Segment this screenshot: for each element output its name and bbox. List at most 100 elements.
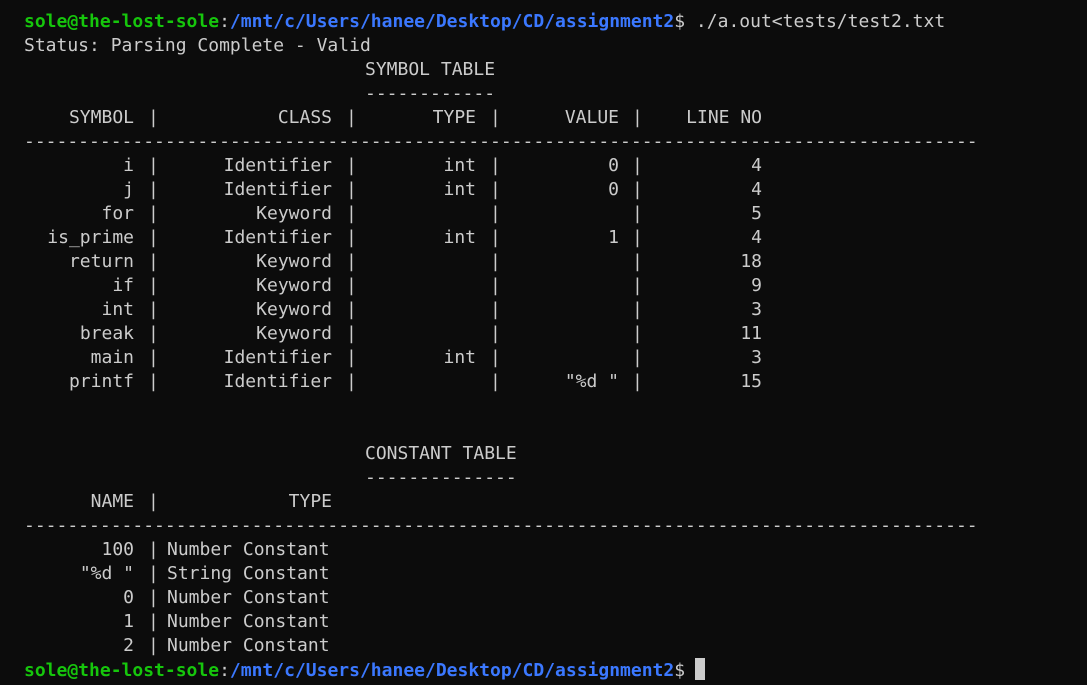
column-divider: | <box>490 179 501 200</box>
cell-class: Identifier <box>223 347 332 368</box>
cell-line-no: 18 <box>740 251 762 272</box>
cell-name: 100 <box>101 539 134 560</box>
column-divider: | <box>148 323 159 344</box>
text-cursor[interactable] <box>695 658 706 680</box>
table-row: is_prime | Identifier | int | 1 | 4 <box>0 226 1087 250</box>
cell-symbol: for <box>101 203 134 224</box>
column-divider: | <box>632 275 643 296</box>
cell-symbol: break <box>79 323 134 344</box>
cell-name: 1 <box>123 611 134 632</box>
table-row: i | Identifier | int | 0 | 4 <box>0 154 1087 178</box>
constant-table-separator: ----------------------------------------… <box>24 515 978 536</box>
cell-value: 1 <box>608 227 619 248</box>
column-divider: | <box>632 179 643 200</box>
constant-table-title: CONSTANT TABLE <box>365 443 517 464</box>
column-divider: | <box>490 299 501 320</box>
column-divider: | <box>148 227 159 248</box>
column-divider: | <box>490 227 501 248</box>
cell-value: 0 <box>608 155 619 176</box>
cell-class: Keyword <box>256 275 332 296</box>
column-divider: | <box>346 107 357 128</box>
cell-class: Identifier <box>223 371 332 392</box>
column-divider: | <box>632 227 643 248</box>
cell-line-no: 5 <box>751 203 762 224</box>
column-divider: | <box>148 611 159 632</box>
cell-name: 2 <box>123 635 134 656</box>
column-divider: | <box>148 275 159 296</box>
cell-name: 0 <box>123 587 134 608</box>
column-divider: | <box>346 203 357 224</box>
column-divider: | <box>632 155 643 176</box>
cell-value: "%d " <box>564 371 619 392</box>
table-row: 2 | Number Constant <box>0 634 1087 658</box>
prompt-separator: : <box>219 660 230 681</box>
cell-value: 0 <box>608 179 619 200</box>
prompt-symbol: $ <box>674 660 686 681</box>
column-divider: | <box>490 155 501 176</box>
column-divider: | <box>148 491 159 512</box>
prompt-path: /mnt/c/Users/hanee/Desktop/CD/assignment… <box>229 660 675 681</box>
table-row: 100 | Number Constant <box>0 538 1087 562</box>
cell-line-no: 4 <box>751 155 762 176</box>
terminal-window[interactable]: sole@the-lost-sole:/mnt/c/Users/hanee/De… <box>0 0 1087 685</box>
cell-name: "%d " <box>79 563 134 584</box>
column-divider: | <box>148 371 159 392</box>
column-divider: | <box>148 107 159 128</box>
cell-type: int <box>443 179 476 200</box>
column-divider: | <box>490 107 501 128</box>
column-divider: | <box>346 323 357 344</box>
column-divider: | <box>346 251 357 272</box>
column-divider: | <box>346 155 357 176</box>
header-name: NAME <box>90 491 134 512</box>
prompt-path: /mnt/c/Users/hanee/Desktop/CD/assignment… <box>229 11 675 32</box>
column-divider: | <box>490 347 501 368</box>
symbol-table-separator: ----------------------------------------… <box>24 131 978 152</box>
header-line-no: LINE NO <box>686 107 762 128</box>
table-row: return | Keyword | | | 18 <box>0 250 1087 274</box>
cell-symbol: printf <box>68 371 134 392</box>
column-divider: | <box>148 539 159 560</box>
prompt-symbol: $ <box>674 11 686 32</box>
column-divider: | <box>148 587 159 608</box>
cell-symbol: return <box>68 251 134 272</box>
column-divider: | <box>490 251 501 272</box>
cell-line-no: 3 <box>751 347 762 368</box>
symbol-table-header: SYMBOL | CLASS | TYPE | VALUE | LINE NO <box>0 106 1087 130</box>
table-row: break | Keyword | | | 11 <box>0 322 1087 346</box>
cell-type: Number Constant <box>167 587 330 608</box>
symbol-table-title: SYMBOL TABLE <box>365 59 496 80</box>
command-text: ./a.out<tests/test2.txt <box>685 11 946 32</box>
cell-type: Number Constant <box>167 635 330 656</box>
cell-class: Keyword <box>256 203 332 224</box>
column-divider: | <box>632 251 643 272</box>
cell-symbol: is_prime <box>47 227 134 248</box>
column-divider: | <box>632 347 643 368</box>
column-divider: | <box>148 179 159 200</box>
constant-table-title-underline: -------------- <box>365 467 517 488</box>
cell-line-no: 11 <box>740 323 762 344</box>
column-divider: | <box>148 299 159 320</box>
column-divider: | <box>632 371 643 392</box>
column-divider: | <box>148 203 159 224</box>
table-row: 0 | Number Constant <box>0 586 1087 610</box>
table-row: printf | Identifier | | "%d " | 15 <box>0 370 1087 394</box>
cell-line-no: 3 <box>751 299 762 320</box>
header-type: TYPE <box>288 491 332 512</box>
column-divider: | <box>490 323 501 344</box>
prompt-user-host: sole@the-lost-sole <box>24 11 220 32</box>
column-divider: | <box>490 275 501 296</box>
column-divider: | <box>346 371 357 392</box>
symbol-table-title-underline: ------------ <box>365 83 496 104</box>
cell-symbol: int <box>101 299 134 320</box>
cell-class: Keyword <box>256 299 332 320</box>
table-row: if | Keyword | | | 9 <box>0 274 1087 298</box>
column-divider: | <box>490 371 501 392</box>
column-divider: | <box>148 251 159 272</box>
column-divider: | <box>346 227 357 248</box>
command-prompt-line: sole@the-lost-sole:/mnt/c/Users/hanee/De… <box>24 10 945 34</box>
cell-line-no: 15 <box>740 371 762 392</box>
header-class: CLASS <box>277 107 332 128</box>
cell-type: int <box>443 155 476 176</box>
cell-class: Keyword <box>256 251 332 272</box>
column-divider: | <box>346 275 357 296</box>
